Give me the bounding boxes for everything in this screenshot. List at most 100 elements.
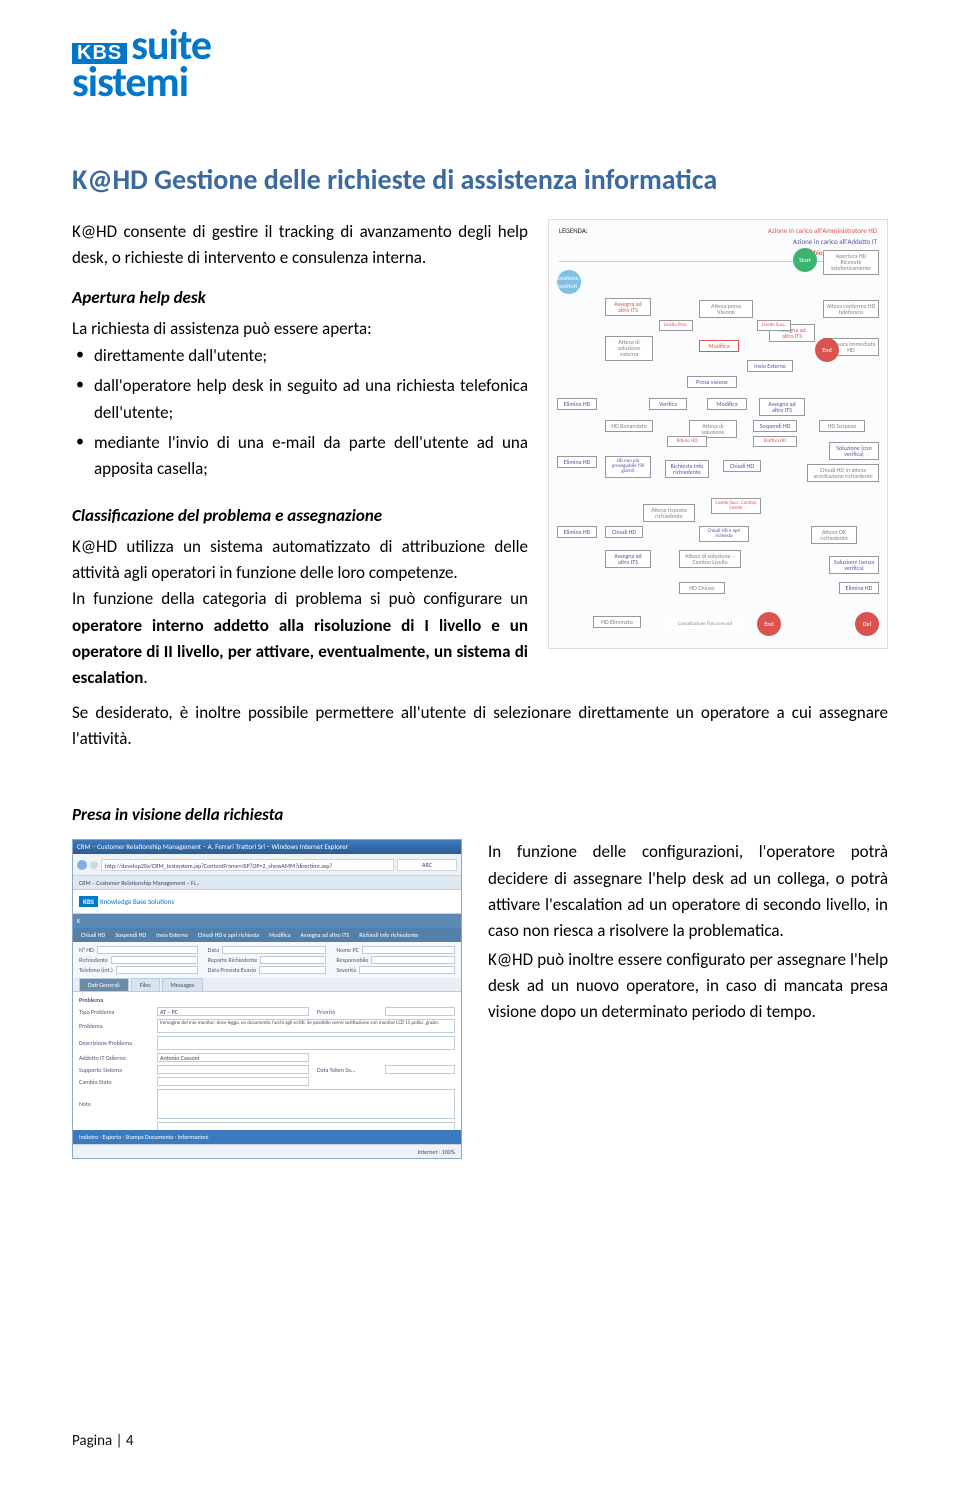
node-sospendi: Sospendi HD <box>753 420 797 432</box>
node-richiesta-info: Richiesta Info richiedente <box>665 460 709 479</box>
inp-desc[interactable] <box>157 1036 455 1050</box>
inp-problema[interactable]: Immagine del mio monitor: dove leggo, un… <box>157 1019 455 1033</box>
node-modifica: Modifica <box>699 340 739 352</box>
node-modifica2: Modifica <box>707 398 747 410</box>
tab-files[interactable]: Files <box>131 978 160 991</box>
app-logo-kbs: KBS <box>79 896 98 907</box>
classificazione-p2b: operatore interno addetto alla risoluzio… <box>72 615 528 689</box>
apertura-list: direttamente dall'utente; dall'operatore… <box>72 343 528 483</box>
tab-messages[interactable]: Messages <box>162 978 204 991</box>
classificazione-p3: Se desiderato, è inoltre possibile perme… <box>72 700 888 753</box>
inp-priorita[interactable] <box>385 1007 455 1016</box>
app-screenshot: CRM – Customer Relationship Management –… <box>72 839 462 1159</box>
inp-tipo[interactable]: AT – PC <box>157 1007 309 1016</box>
lbl-addetto: Addetto IT Odierno <box>79 1054 149 1062</box>
node-canc-fisica: Cancellazione Fisica record <box>669 620 741 629</box>
node-sol-senza: Soluzione (senza verifica) <box>829 556 879 575</box>
menu-item-2[interactable]: Invio Esterno <box>156 931 188 939</box>
apertura-heading: Apertura help desk <box>72 287 528 308</box>
window-titlebar: CRM – Customer Relationship Management –… <box>73 840 461 854</box>
detail-tabs: Dati Generali Files Messages <box>73 978 461 992</box>
botbar-left[interactable]: Indietro · Esporta · Stampa Documento · … <box>79 1133 208 1141</box>
inp-supporto[interactable] <box>157 1065 309 1074</box>
node-riattiva: Riattiva HD <box>753 436 797 447</box>
legend-item-1: Azione in carico all'Amministratore HD <box>768 226 877 235</box>
tab-dati-generali[interactable]: Dati Generali <box>79 978 129 991</box>
search-box[interactable]: ARC <box>397 859 457 871</box>
node-attesa-cambio: Attesa di soluzione – Cambio Livello <box>679 550 741 569</box>
node-rifiuto: Rifiuto HD <box>667 436 707 447</box>
node-presa-visione: Presa visione <box>687 376 737 388</box>
apertura-lead: La richiesta di assistenza può essere ap… <box>72 316 528 342</box>
menu-item-0[interactable]: Chiudi HD <box>81 931 105 939</box>
inp-cambio[interactable] <box>157 1077 309 1086</box>
presa-p1: In funzione delle configurazioni, l'oper… <box>488 839 888 944</box>
node-chiudi-apri: Chiudi HD e apri richiesta <box>699 526 749 543</box>
browser-tab[interactable]: CRM – Customer Relationship Management –… <box>73 876 461 890</box>
inp-nhd[interactable] <box>97 946 198 954</box>
node-del: Del <box>855 612 879 636</box>
node-invio-esterno: Invio Esterno <box>747 360 793 372</box>
lbl-data: Data <box>208 946 219 954</box>
menu-item-4[interactable]: Modifica <box>269 931 290 939</box>
node-chiudi-hd: Chiudi HD <box>723 460 761 472</box>
lbl-priorita: Priorità <box>317 1008 377 1016</box>
node-end1: End <box>815 338 839 362</box>
presa-heading: Presa in visione della richiesta <box>72 804 888 825</box>
lbl-tel: Telefono (int.) <box>79 966 113 974</box>
inp-addetto[interactable]: Antonio Cassoni <box>157 1053 309 1062</box>
inp-tel[interactable] <box>116 966 198 974</box>
inp-rich[interactable] <box>111 956 198 964</box>
node-start: Start <box>793 248 817 272</box>
lbl-problema2: Problema <box>79 1022 149 1030</box>
inp-data[interactable] <box>222 946 326 954</box>
legend-item-2: Azione in carico all'Addetto IT <box>768 237 877 246</box>
classificazione-heading: Classificazione del problema e assegnazi… <box>72 505 528 526</box>
classificazione-p1: K@HD utilizza un sistema automatizzato d… <box>72 534 528 587</box>
menu-item-3[interactable]: Chiudi HD e apri richiesta <box>198 931 259 939</box>
lbl-desc: Descrizione Problema <box>79 1039 149 1047</box>
page-footer: Pagina | 4 <box>72 1432 133 1450</box>
lbl-tipo: Tipo Problema <box>79 1008 149 1016</box>
inp-dataprev[interactable] <box>259 966 326 974</box>
inp-datatoken[interactable] <box>385 1065 455 1074</box>
node-elimina4: Elimina HD <box>839 582 879 594</box>
logo-block: KBS suite sistemi <box>72 28 888 102</box>
menu-item-5[interactable]: Assegna ad altro ITS <box>301 931 350 939</box>
inp-resp[interactable] <box>371 956 455 964</box>
node-verifica: Verifica <box>649 398 687 410</box>
node-elimina1: Elimina HD <box>557 398 597 410</box>
node-liv-succ2: Livello Succ. Cambio Livello <box>711 498 761 515</box>
menu-k[interactable]: K <box>77 917 80 925</box>
back-icon[interactable] <box>77 860 87 870</box>
node-assegna-altro-r: Assegna ad altro ITS <box>759 398 805 417</box>
intro-text: K@HD consente di gestire il tracking di … <box>72 219 528 272</box>
node-hd-eliminato: HD Eliminato <box>593 616 641 628</box>
apertura-bullet-3: mediante l'invio di una e-mail da parte … <box>94 430 528 483</box>
node-chiudi-attesa: Chiudi HD in attesa accettazione richied… <box>807 464 879 483</box>
node-hd-sospeso: HD Sospeso <box>819 420 865 432</box>
node-end2: End <box>757 612 781 636</box>
inp-reparto[interactable] <box>260 956 326 964</box>
lbl-resp: Responsabile <box>336 956 368 964</box>
lbl-reparto: Reparto Richiedente <box>208 956 258 964</box>
node-prosegui90: HD non più proseguibile (90 giorni) <box>605 456 651 478</box>
node-attesa-presa: Attesa presa Visione <box>699 300 753 319</box>
inp-sev[interactable] <box>359 966 455 974</box>
lbl-sev: Severità <box>336 966 356 974</box>
node-apertura: Apertura HD Ricevute telefonicamente <box>823 250 879 275</box>
fwd-icon[interactable] <box>90 861 98 869</box>
inp-note[interactable] <box>157 1089 455 1119</box>
lbl-note: Note <box>79 1100 149 1108</box>
app-logo-sub: Knowledge Base Solutions <box>100 899 174 905</box>
lbl-dataprev: Data Prevista Evasio <box>208 966 256 974</box>
node-gest-sost: Gestione Sostituti <box>557 270 581 294</box>
node-liv-prec: Livello Prec. <box>659 320 693 331</box>
apertura-bullet-1: direttamente dall'utente; <box>94 343 528 369</box>
menu-item-6[interactable]: Richiedi Info richiedente <box>359 931 418 939</box>
address-bar[interactable]: http://develop20a/CRM_testsystem.jsp?Con… <box>101 859 394 871</box>
inp-nomepc[interactable] <box>362 946 455 954</box>
node-hd-rimandato: HD Rimandato <box>605 420 653 432</box>
menu-item-1[interactable]: Sospendi HD <box>115 931 146 939</box>
app-mainmenu[interactable]: K <box>73 914 461 928</box>
